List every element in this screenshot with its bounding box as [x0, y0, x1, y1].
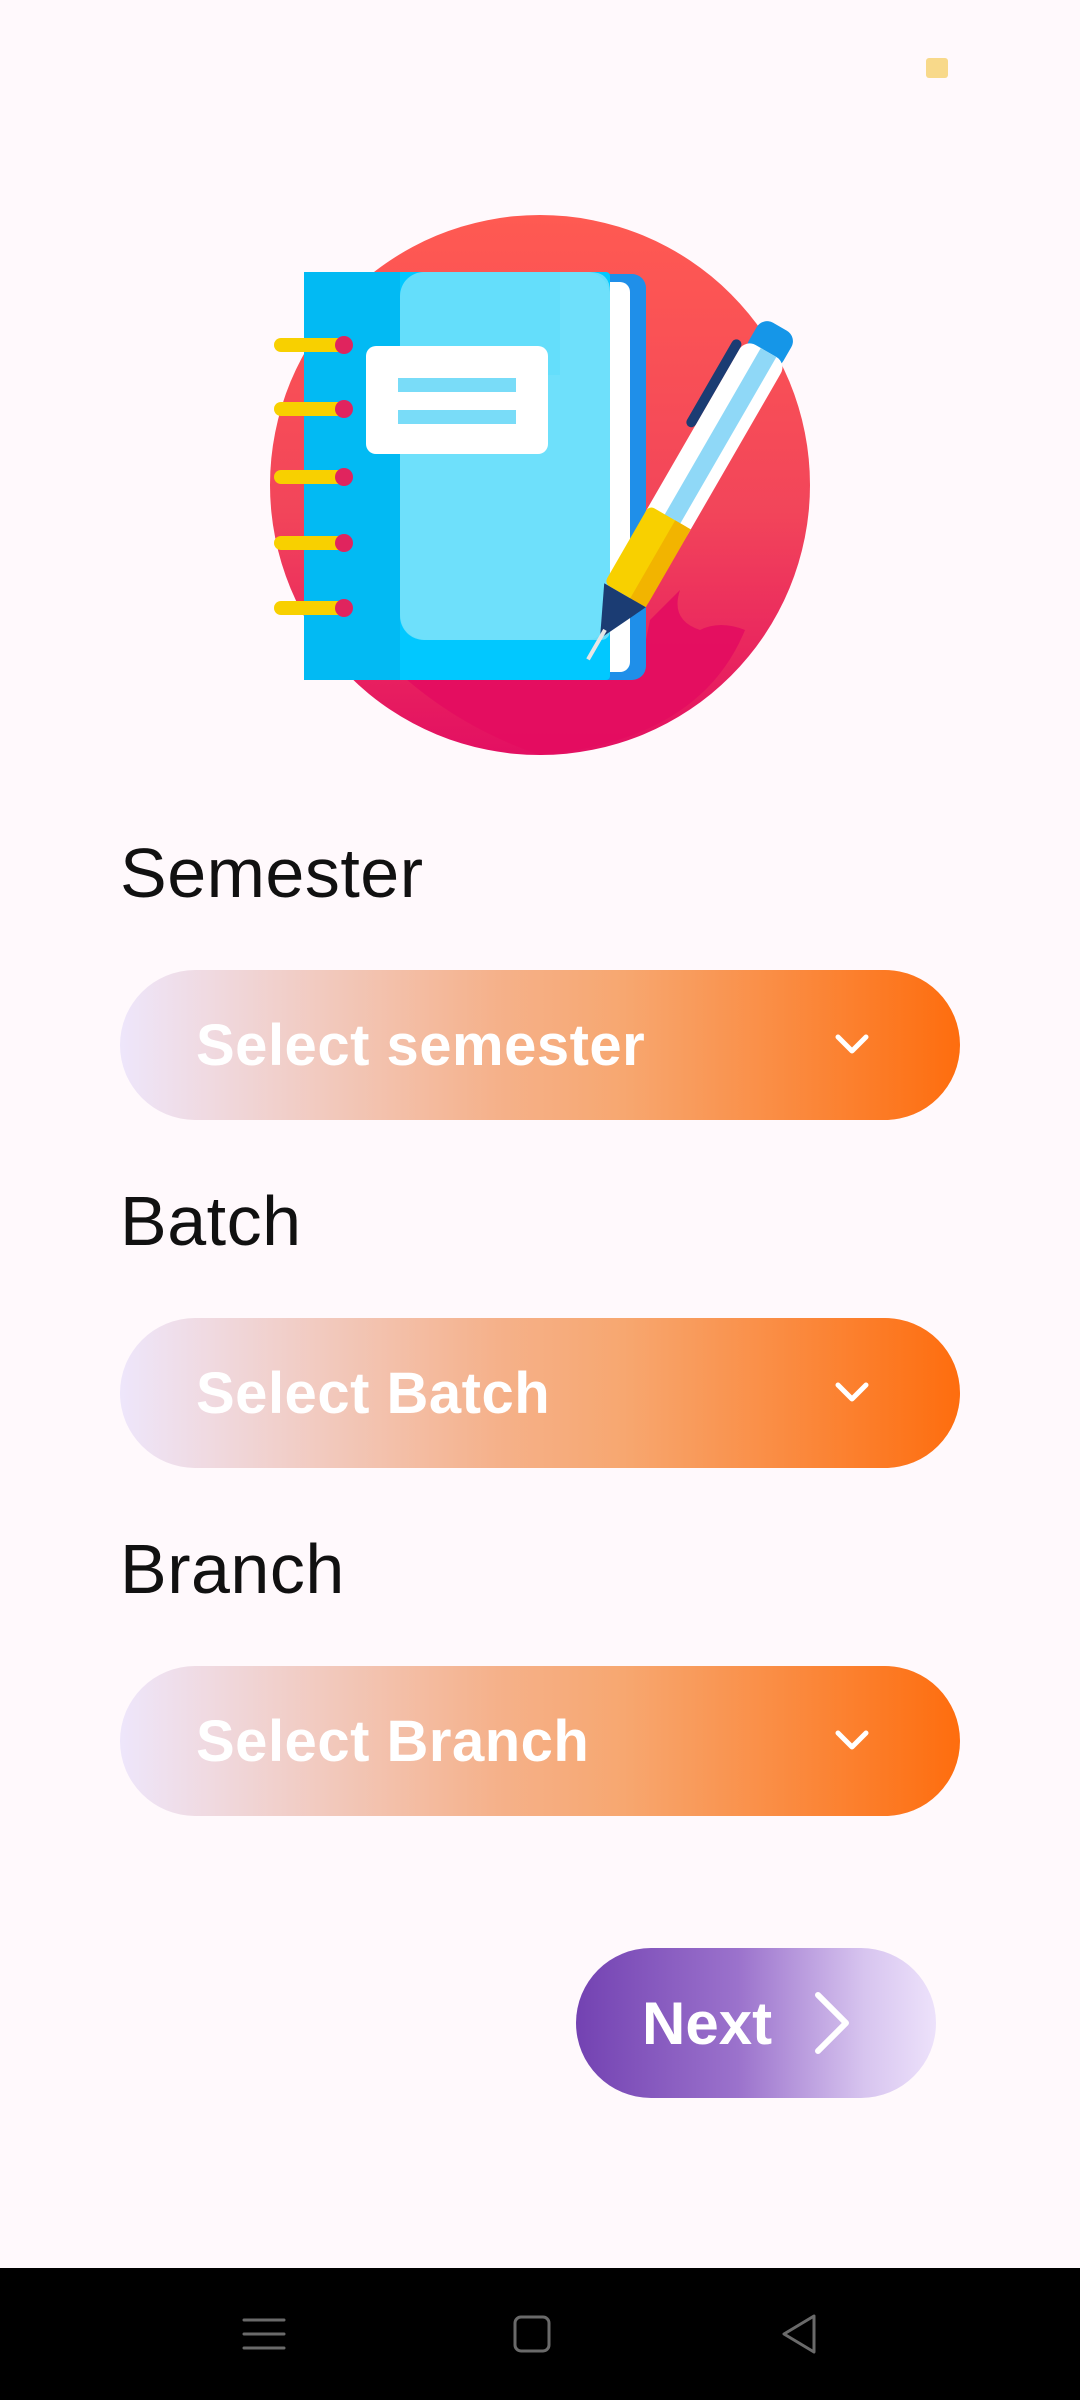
semester-placeholder: Select semester — [196, 1012, 646, 1078]
batch-label: Batch — [120, 1182, 302, 1260]
chevron-down-icon — [835, 1034, 869, 1054]
notebook-with-pen-illustration — [270, 215, 810, 755]
hero-illustration — [0, 200, 1080, 770]
next-button[interactable]: Next — [576, 1948, 936, 2098]
next-button-label: Next — [642, 1989, 773, 2057]
back-triangle-icon[interactable] — [770, 2304, 830, 2364]
semester-label: Semester — [120, 834, 424, 912]
batch-select[interactable]: Select Batch — [120, 1318, 960, 1468]
menu-icon[interactable] — [234, 2304, 294, 2364]
navigation-bar — [0, 2268, 1080, 2400]
chevron-down-icon — [835, 1730, 869, 1750]
battery-icon — [926, 58, 948, 78]
chevron-right-icon — [815, 1992, 850, 2054]
branch-placeholder: Select Branch — [196, 1708, 590, 1774]
branch-label: Branch — [120, 1530, 345, 1608]
semester-select[interactable]: Select semester — [120, 970, 960, 1120]
branch-select[interactable]: Select Branch — [120, 1666, 960, 1816]
batch-placeholder: Select Batch — [196, 1360, 551, 1426]
chevron-down-icon — [835, 1382, 869, 1402]
home-square-icon[interactable] — [502, 2304, 562, 2364]
status-bar — [0, 0, 1080, 130]
